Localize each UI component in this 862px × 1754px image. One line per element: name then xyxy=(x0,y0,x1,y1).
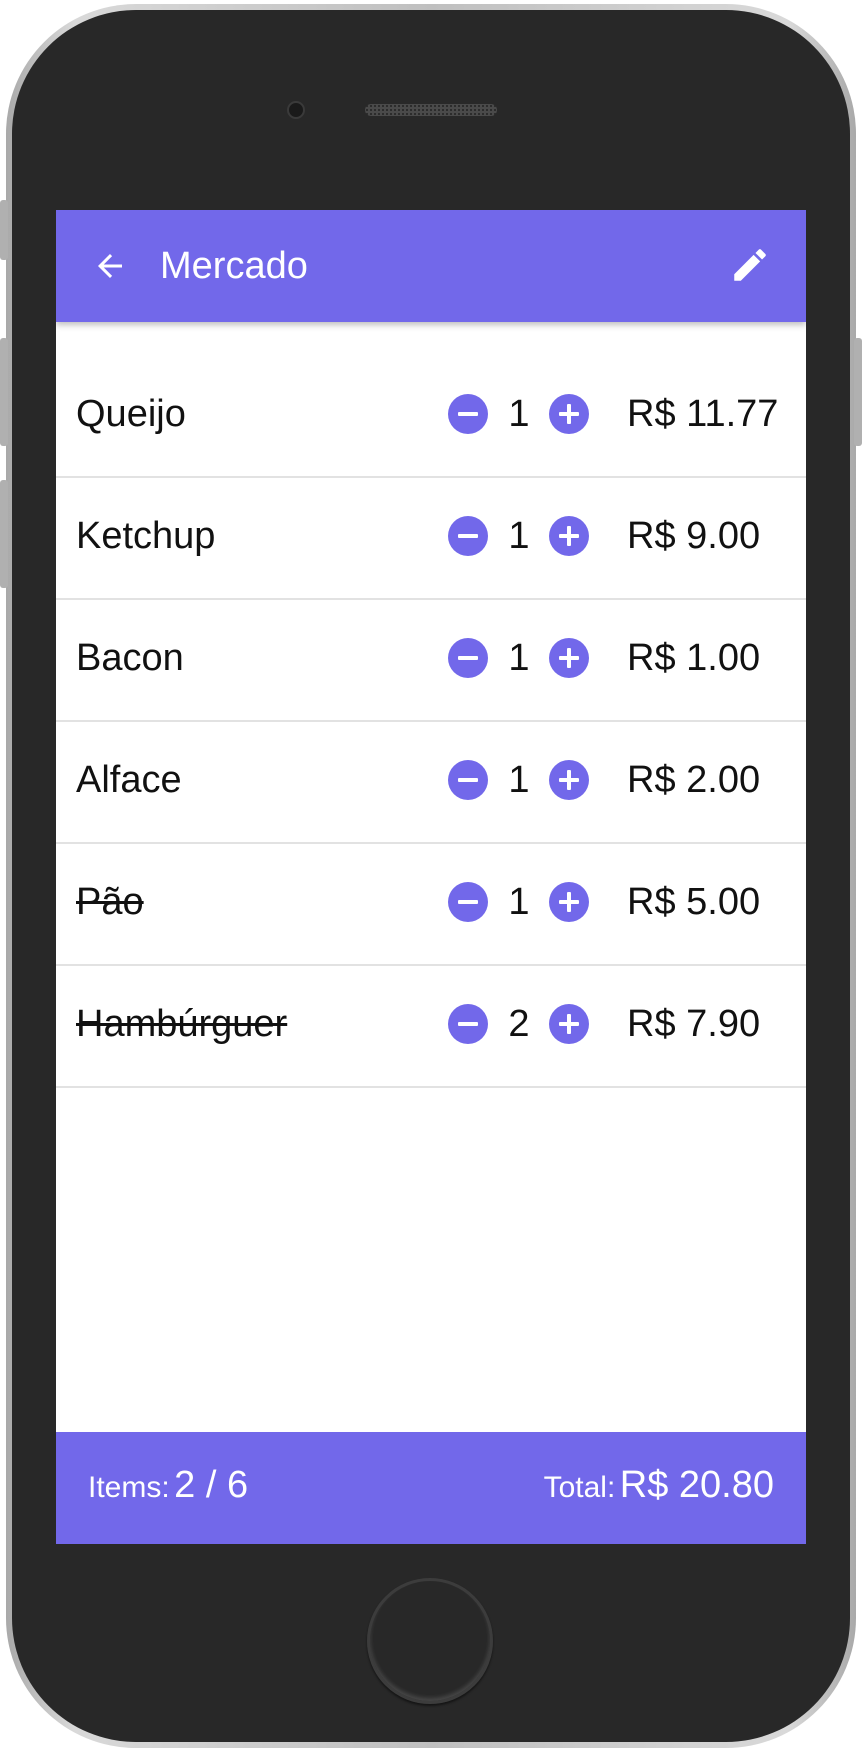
item-name-checked[interactable]: Hambúrguer xyxy=(76,1000,287,1048)
app-screen: Mercado Queijo 1 R$ 11.77 Ketchup 1 R$ 9… xyxy=(56,210,806,1544)
item-name-checked[interactable]: Pão xyxy=(76,878,144,926)
decrease-quantity-button[interactable] xyxy=(448,516,488,556)
item-quantity: 1 xyxy=(508,393,530,435)
power-button xyxy=(854,338,862,446)
total-amount: Total: R$ 20.80 xyxy=(544,1464,774,1507)
list-item[interactable]: Bacon 1 R$ 1.00 xyxy=(56,600,806,722)
decrease-quantity-button[interactable] xyxy=(448,882,488,922)
earpiece-speaker xyxy=(365,104,497,116)
volume-down-button xyxy=(0,480,8,588)
total-value: R$ 20.80 xyxy=(619,1464,774,1506)
increase-quantity-button[interactable] xyxy=(549,882,589,922)
item-price: R$ 9.00 xyxy=(627,515,761,557)
front-camera xyxy=(287,101,305,119)
app-bar: Mercado xyxy=(56,210,806,322)
decrease-quantity-button[interactable] xyxy=(448,394,488,434)
item-quantity: 2 xyxy=(508,1003,530,1045)
page-title: Mercado xyxy=(160,245,308,287)
item-name[interactable]: Queijo xyxy=(76,390,186,438)
item-price: R$ 5.00 xyxy=(627,881,761,923)
list-item[interactable]: Queijo 1 R$ 11.77 xyxy=(56,356,806,478)
item-price: R$ 11.77 xyxy=(627,393,779,435)
home-button[interactable] xyxy=(367,1578,493,1704)
list-item[interactable]: Pão 1 R$ 5.00 xyxy=(56,844,806,966)
list-item[interactable]: Hambúrguer 2 R$ 7.90 xyxy=(56,966,806,1088)
decrease-quantity-button[interactable] xyxy=(448,1004,488,1044)
item-price: R$ 2.00 xyxy=(627,759,761,801)
item-quantity: 1 xyxy=(508,515,530,557)
item-price: R$ 1.00 xyxy=(627,637,761,679)
items-label: Items: xyxy=(88,1471,170,1504)
arrow-left-icon[interactable] xyxy=(92,248,128,284)
list-item[interactable]: Alface 1 R$ 2.00 xyxy=(56,722,806,844)
items-value: 2 / 6 xyxy=(174,1464,249,1506)
decrease-quantity-button[interactable] xyxy=(448,638,488,678)
total-label: Total: xyxy=(543,1471,616,1504)
increase-quantity-button[interactable] xyxy=(549,1004,589,1044)
increase-quantity-button[interactable] xyxy=(549,638,589,678)
item-quantity: 1 xyxy=(508,759,530,801)
items-counter: Items: 2 / 6 xyxy=(88,1464,248,1507)
increase-quantity-button[interactable] xyxy=(549,760,589,800)
list-item[interactable]: Ketchup 1 R$ 9.00 xyxy=(56,478,806,600)
item-name[interactable]: Ketchup xyxy=(76,512,215,560)
mute-switch xyxy=(0,200,8,260)
item-name[interactable]: Alface xyxy=(76,756,182,804)
item-quantity: 1 xyxy=(508,881,530,923)
shopping-list: Queijo 1 R$ 11.77 Ketchup 1 R$ 9.00 Baco… xyxy=(56,356,806,1088)
item-price: R$ 7.90 xyxy=(627,1003,761,1045)
item-name[interactable]: Bacon xyxy=(76,634,184,682)
pencil-icon[interactable] xyxy=(729,244,771,286)
increase-quantity-button[interactable] xyxy=(549,394,589,434)
summary-footer: Items: 2 / 6 Total: R$ 20.80 xyxy=(56,1432,806,1544)
volume-up-button xyxy=(0,338,8,446)
increase-quantity-button[interactable] xyxy=(549,516,589,556)
decrease-quantity-button[interactable] xyxy=(448,760,488,800)
item-quantity: 1 xyxy=(508,637,530,679)
